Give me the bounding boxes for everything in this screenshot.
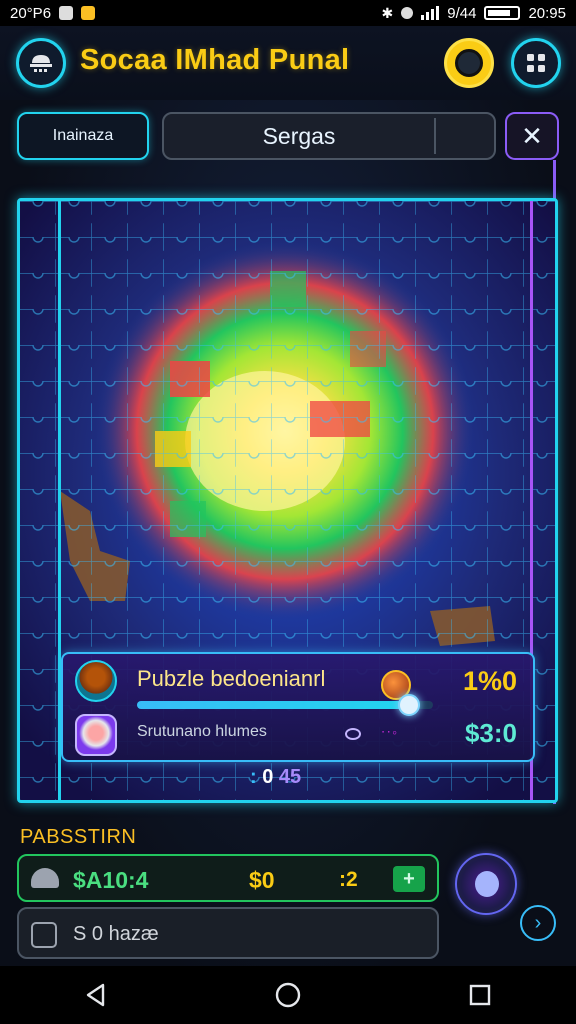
alarm-icon — [401, 7, 414, 19]
close-icon: ✕ — [521, 120, 543, 151]
section-title: PABSSTIRN — [20, 826, 137, 848]
battery-icon — [484, 6, 521, 20]
score-percent: 1%0 — [462, 666, 517, 696]
back-button[interactable] — [76, 975, 116, 1015]
power-orb-button[interactable] — [455, 853, 517, 915]
recents-button[interactable] — [460, 975, 500, 1015]
notification-icon — [59, 6, 74, 20]
opponent-avatar[interactable] — [75, 714, 117, 756]
counter-a: : — [250, 766, 257, 788]
piece-counter: : 0 45 — [250, 766, 301, 789]
counter-b: 0 — [262, 766, 274, 788]
currency-row[interactable]: $A10:4 $0 :2 + — [17, 854, 439, 902]
progress-bar[interactable] — [137, 701, 433, 709]
bell-icon — [31, 868, 59, 888]
system-nav-bar — [0, 966, 576, 1024]
player-avatar[interactable] — [75, 660, 117, 702]
home-button[interactable] — [268, 975, 308, 1015]
progress-knob[interactable] — [398, 694, 421, 716]
score-title: Pubzle bedoenianrl — [137, 666, 326, 691]
status-right: ✱ 9/44 20:95 — [382, 5, 566, 22]
menu-button[interactable] — [16, 38, 66, 88]
tab-divider — [434, 118, 436, 154]
search-tab[interactable]: Sergas — [162, 112, 496, 160]
page-title: Socaa IMhad Punal — [80, 44, 350, 76]
recents-square-icon — [469, 984, 491, 1006]
top-header: Socaa IMhad Punal — [0, 26, 576, 100]
hint-text: S 0 hazæ — [73, 923, 159, 945]
grid-menu-icon — [527, 54, 545, 72]
chevron-right-icon: › — [534, 911, 542, 934]
currency-value-a: $A10:4 — [73, 867, 149, 893]
status-right-text: 9/44 — [447, 4, 477, 22]
bluetooth-icon: ✱ — [381, 4, 394, 21]
currency-value-c: :2 — [339, 868, 358, 891]
chip-icon — [345, 728, 361, 740]
status-left-text: 20°P6 — [10, 4, 52, 22]
app-notification-icon — [81, 6, 96, 20]
puzzle-box-icon — [31, 922, 57, 948]
counter-c: 45 — [278, 766, 302, 788]
next-button[interactable]: › — [520, 905, 556, 941]
close-button[interactable]: ✕ — [505, 112, 559, 160]
sub-dots: ᐧᐧ◦ — [381, 724, 400, 740]
currency-value-b: $0 — [249, 867, 275, 893]
score-subtitle: Srutunano hlumes — [137, 723, 267, 740]
game-screen: 20°P6 ✱ 9/44 20:95 Socaa IMhad Punal Ina… — [0, 0, 576, 1024]
status-bar: 20°P6 ✱ 9/44 20:95 — [0, 0, 576, 26]
signal-icon — [421, 6, 440, 20]
cloud-menu-icon — [30, 55, 52, 72]
home-circle-icon — [275, 982, 301, 1008]
tab-left-label: Inainaza — [52, 127, 114, 144]
back-triangle-icon — [86, 983, 105, 1007]
profile-button[interactable] — [444, 38, 494, 88]
tab-left[interactable]: Inainaza — [17, 112, 149, 160]
grid-menu-button[interactable] — [511, 38, 561, 88]
score-card: Pubzle bedoenianrl 1%0 Srutunano hlumes … — [61, 652, 535, 762]
score-money: $3:0 — [464, 718, 517, 748]
status-left: 20°P6 — [10, 4, 96, 22]
add-button[interactable]: + — [393, 866, 425, 892]
status-time: 20:95 — [528, 4, 566, 22]
hint-row[interactable]: S 0 hazæ — [17, 907, 439, 959]
search-tab-label: Sergas — [262, 122, 336, 149]
mascot-avatar-icon — [455, 49, 483, 77]
progress-fill — [137, 701, 410, 709]
